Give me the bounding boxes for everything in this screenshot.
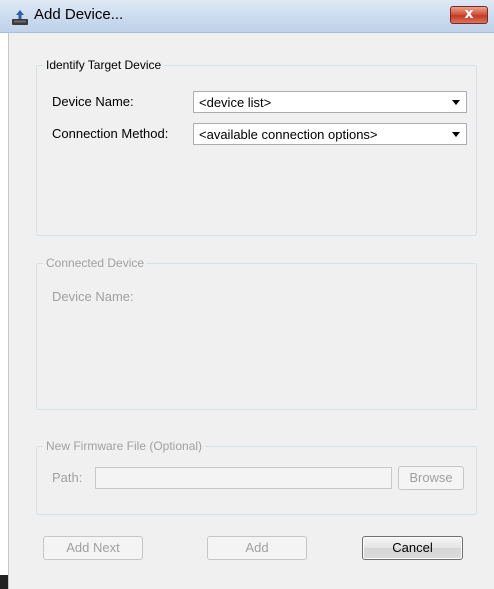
connected-device-name-label: Device Name: — [52, 289, 134, 304]
connected-device-group: Connected Device Device Name: — [36, 255, 477, 410]
window-edge — [0, 575, 8, 589]
device-download-icon — [12, 10, 28, 25]
browse-button[interactable]: Browse — [398, 466, 464, 490]
device-name-dropdown[interactable]: <device list> — [193, 91, 467, 113]
device-name-value: <device list> — [199, 95, 272, 110]
path-label: Path: — [52, 470, 83, 485]
close-icon: x — [464, 6, 474, 22]
connection-method-value: <available connection options> — [199, 127, 378, 142]
add-button[interactable]: Add — [207, 536, 307, 560]
chevron-down-icon[interactable] — [452, 100, 460, 105]
connection-method-dropdown[interactable]: <available connection options> — [193, 123, 467, 145]
cancel-button[interactable]: Cancel — [362, 536, 463, 560]
connection-method-label: Connection Method: — [52, 126, 169, 141]
group-title-firmware: New Firmware File (Optional) — [43, 438, 206, 454]
device-name-label: Device Name: — [52, 94, 134, 109]
dialog-body: Identify Target Device Device Name: <dev… — [8, 33, 494, 589]
identify-target-device-group: Identify Target Device Device Name: <dev… — [36, 57, 477, 236]
group-title-connected: Connected Device — [43, 255, 148, 271]
firmware-file-group: New Firmware File (Optional) Path: Brows… — [36, 438, 477, 515]
add-next-button[interactable]: Add Next — [43, 536, 143, 560]
group-title-identify: Identify Target Device — [43, 57, 165, 73]
chevron-down-icon[interactable] — [452, 132, 460, 137]
window-title: Add Device... — [34, 6, 124, 23]
add-device-dialog: Add Device... x Identify Target Device D… — [0, 0, 494, 589]
close-button[interactable]: x — [450, 6, 488, 24]
title-bar[interactable]: Add Device... x — [0, 0, 494, 33]
path-input[interactable] — [95, 467, 392, 489]
